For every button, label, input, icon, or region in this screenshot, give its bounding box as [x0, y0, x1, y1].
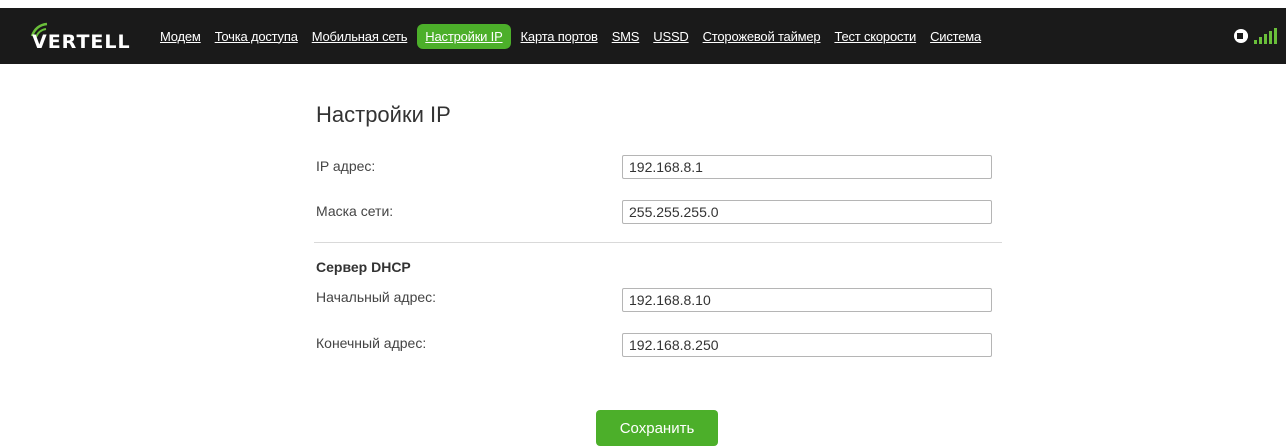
ip-settings-form: Настройки IP IP адрес: Маска сети: Серве…	[314, 64, 1004, 446]
dhcp-end-label: Конечный адрес:	[316, 335, 427, 351]
nav-modem[interactable]: Модем	[160, 29, 201, 44]
netmask-label: Маска сети:	[316, 203, 394, 219]
nav-port-map[interactable]: Карта портов	[521, 29, 598, 44]
page-title: Настройки IP	[316, 102, 451, 127]
logo-text: VERTELL	[32, 31, 131, 53]
nav-mobile-network[interactable]: Мобильная сеть	[312, 29, 408, 44]
dhcp-end-input[interactable]	[622, 333, 992, 357]
nav-watchdog[interactable]: Сторожевой таймер	[703, 29, 821, 44]
nav-system[interactable]: Система	[930, 29, 981, 44]
top-navigation-bar: VERTELL Модем Точка доступа Мобильная се…	[0, 8, 1286, 64]
ethernet-icon	[1234, 29, 1248, 43]
status-icons	[1232, 25, 1286, 47]
nav-speed-test[interactable]: Тест скорости	[834, 29, 916, 44]
nav-access-point[interactable]: Точка доступа	[215, 29, 298, 44]
signal-strength-icon	[1254, 28, 1277, 44]
nav-ip-settings[interactable]: Настройки IP	[417, 23, 511, 49]
ip-address-input[interactable]	[622, 155, 992, 179]
nav-ussd[interactable]: USSD	[653, 29, 689, 44]
save-button[interactable]: Сохранить	[596, 410, 718, 446]
dhcp-start-label: Начальный адрес:	[316, 289, 437, 305]
dhcp-section-title: Сервер DHCP	[316, 259, 411, 275]
section-divider	[314, 242, 1002, 243]
nav-sms[interactable]: SMS	[612, 29, 640, 44]
main-nav: Модем Точка доступа Мобильная сеть Настр…	[160, 8, 995, 64]
dhcp-start-input[interactable]	[622, 288, 992, 312]
netmask-input[interactable]	[622, 200, 992, 224]
vertell-logo[interactable]: VERTELL	[30, 22, 150, 53]
ip-address-label: IP адрес:	[316, 158, 376, 174]
